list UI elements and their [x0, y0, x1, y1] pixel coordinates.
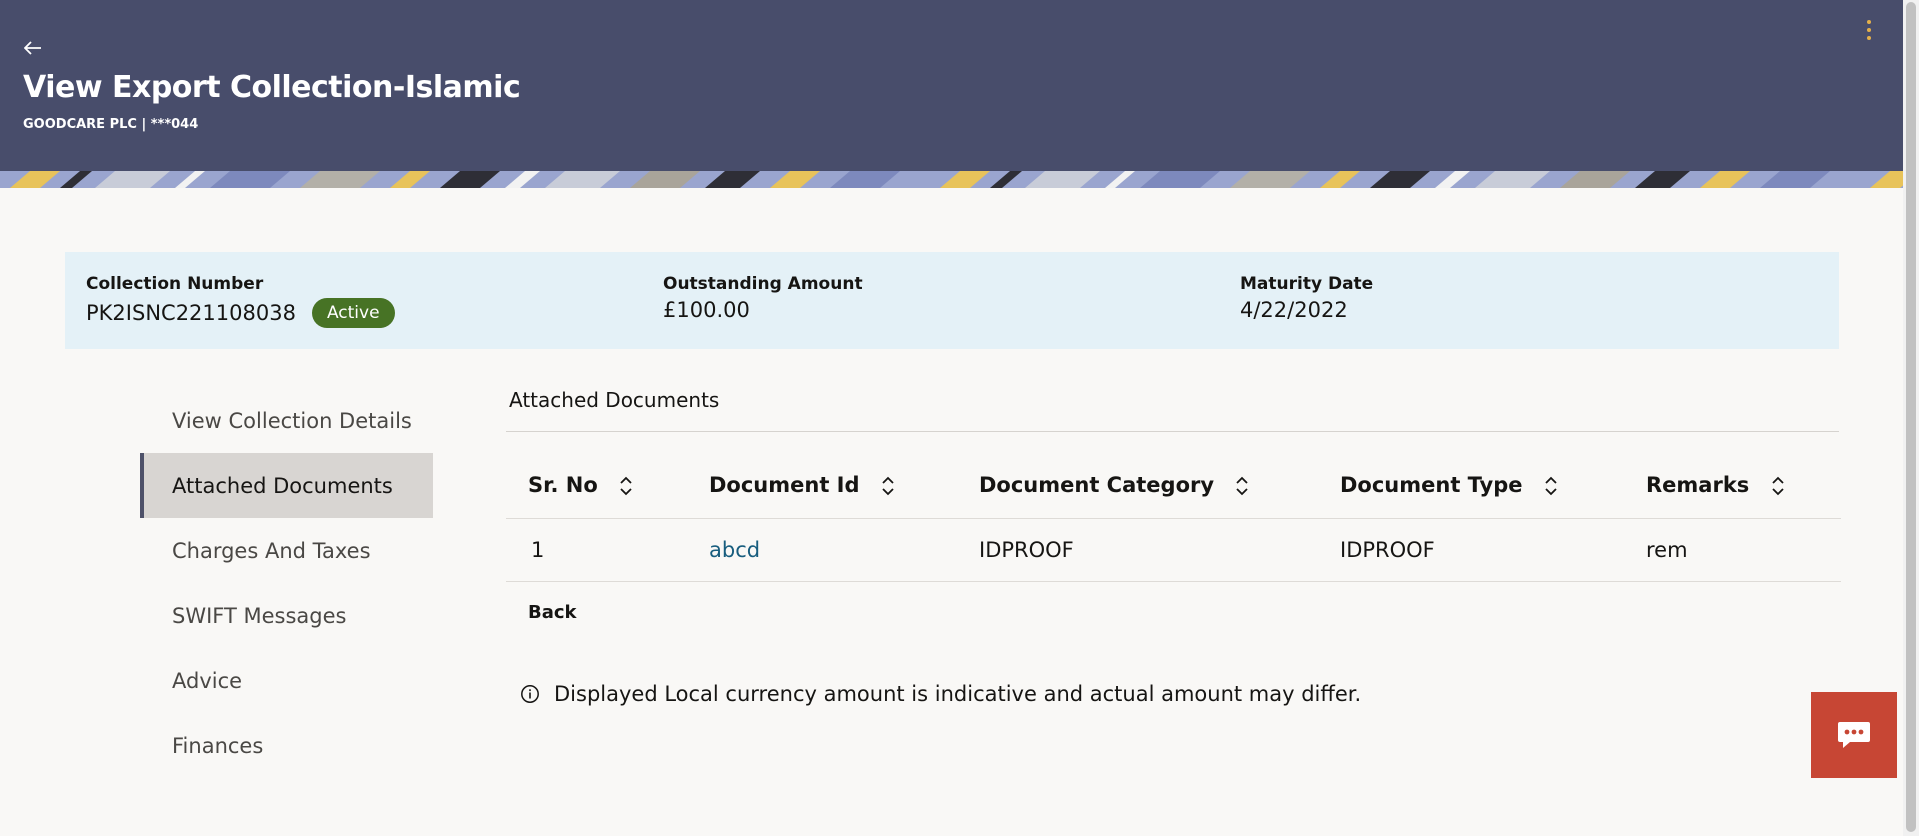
cell-document-category: IDPROOF	[957, 518, 1318, 582]
page-title: View Export Collection-Islamic	[23, 70, 521, 105]
maturity-date-label: Maturity Date	[1240, 274, 1374, 294]
collection-number-value: PK2ISNC221108038	[86, 301, 296, 325]
maturity-date-block: Maturity Date 4/22/2022	[1240, 274, 1373, 322]
sort-icon[interactable]	[1235, 475, 1249, 497]
chat-bubble-icon	[1838, 722, 1870, 748]
document-id-link[interactable]: abcd	[709, 538, 760, 562]
back-button[interactable]: Back	[528, 602, 577, 623]
info-text: Displayed Local currency amount is indic…	[554, 682, 1362, 706]
collection-number-value-row: PK2ISNC221108038 Active	[86, 298, 395, 328]
collection-number-label: Collection Number	[86, 274, 264, 294]
side-navigation: View Collection Details Attached Documen…	[140, 388, 433, 778]
info-circle-icon	[521, 685, 539, 703]
cell-sr-no: 1	[506, 518, 687, 582]
column-header-label: Document Type	[1340, 472, 1523, 497]
outstanding-amount-value: £100.00	[663, 298, 750, 322]
sidebar-item-advice[interactable]: Advice	[140, 648, 433, 713]
sidebar-item-view-collection-details[interactable]: View Collection Details	[140, 388, 433, 453]
sort-icon[interactable]	[1771, 475, 1785, 497]
section-title: Attached Documents	[509, 388, 720, 412]
cell-document-type: IDPROOF	[1318, 518, 1624, 582]
column-header-label: Sr. No	[528, 472, 598, 497]
arrow-left-icon[interactable]	[23, 34, 56, 62]
sort-icon[interactable]	[881, 475, 895, 497]
scrollbar-thumb[interactable]	[1906, 2, 1916, 832]
column-header-label: Remarks	[1646, 472, 1750, 497]
maturity-date-value: 4/22/2022	[1240, 298, 1348, 322]
sidebar-item-charges-and-taxes[interactable]: Charges And Taxes	[140, 518, 433, 583]
info-note: Displayed Local currency amount is indic…	[520, 682, 1361, 706]
column-header-document-category[interactable]: Document Category	[957, 452, 1318, 519]
sidebar-item-finances[interactable]: Finances	[140, 713, 433, 778]
sidebar-item-swift-messages[interactable]: SWIFT Messages	[140, 583, 433, 648]
sidebar-item-attached-documents[interactable]: Attached Documents	[140, 453, 433, 518]
cell-remarks: rem	[1624, 518, 1841, 582]
column-header-document-type[interactable]: Document Type	[1318, 452, 1624, 519]
table-header-row: Sr. No Document Id Document Category Doc…	[506, 452, 1841, 519]
table-row: 1 abcd IDPROOF IDPROOF rem	[506, 518, 1841, 582]
cell-document-id: abcd	[687, 518, 957, 582]
section-divider	[506, 431, 1839, 432]
page-subtitle: GOODCARE PLC | ***044	[23, 117, 199, 132]
column-header-label: Document Category	[979, 472, 1215, 497]
sort-icon[interactable]	[1544, 475, 1558, 497]
column-header-document-id[interactable]: Document Id	[687, 452, 957, 519]
chat-button[interactable]	[1811, 692, 1897, 778]
header-banner	[0, 171, 1903, 188]
column-header-sr-no[interactable]: Sr. No	[506, 452, 687, 519]
vertical-scrollbar[interactable]	[1903, 0, 1919, 836]
collection-summary: Collection Number PK2ISNC221108038 Activ…	[65, 252, 1839, 349]
collection-number-block: Collection Number PK2ISNC221108038 Activ…	[86, 274, 395, 328]
outstanding-amount-label: Outstanding Amount	[663, 274, 863, 294]
sort-icon[interactable]	[619, 475, 633, 497]
column-header-label: Document Id	[709, 472, 860, 497]
outstanding-amount-block: Outstanding Amount £100.00	[663, 274, 863, 322]
page-header: View Export Collection-Islamic GOODCARE …	[0, 0, 1903, 171]
column-header-remarks[interactable]: Remarks	[1624, 452, 1841, 519]
attached-documents-table: Sr. No Document Id Document Category Doc…	[506, 452, 1841, 582]
status-badge: Active	[311, 298, 395, 328]
kebab-menu-icon[interactable]	[1858, 16, 1882, 44]
